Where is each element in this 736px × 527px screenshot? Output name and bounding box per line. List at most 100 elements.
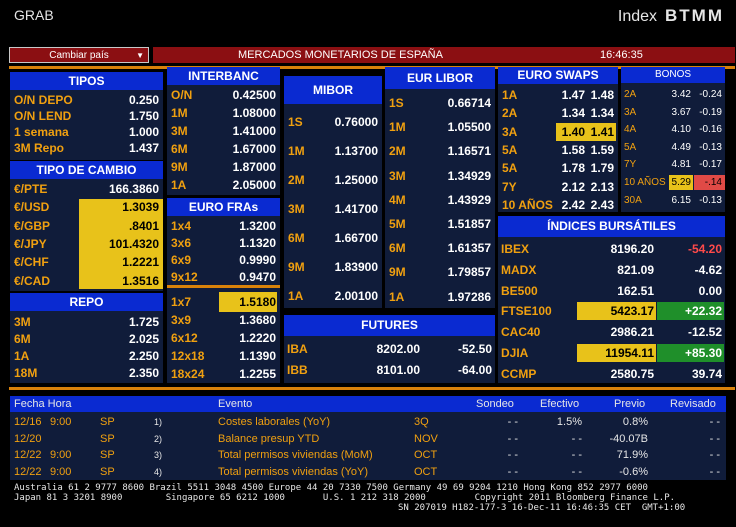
tipos-row[interactable]: 1 semana 1.000 — [10, 124, 163, 140]
mibor-row[interactable]: 1M 1.13700 — [284, 136, 382, 165]
event-revised: - - — [709, 465, 720, 478]
eurofras-row[interactable]: 9x12 0.9470 — [167, 268, 280, 286]
interbanc-row[interactable]: 3M 1.41000 — [167, 122, 280, 140]
eurofras-row[interactable]: 12x18 1.1390 — [167, 347, 280, 365]
mibor-label: 9M — [288, 259, 305, 274]
repo-row[interactable]: 1A 2.250 — [10, 347, 163, 364]
bono-change: -0.24 — [699, 89, 722, 100]
eurlibor-row[interactable]: 1M 1.05500 — [385, 115, 495, 139]
swap-row[interactable]: 10 AÑOS 2.42 2.43 — [498, 196, 618, 214]
swap-row[interactable]: 7Y 2.12 2.13 — [498, 178, 618, 196]
interbanc-row[interactable]: O/N 0.42500 — [167, 86, 280, 104]
eurlibor-label: 3M — [389, 168, 406, 183]
eurlibor-row[interactable]: 2M 1.16571 — [385, 139, 495, 163]
eurofras-row[interactable]: 3x6 1.1320 — [167, 234, 280, 252]
mibor-row[interactable]: 2M 1.25000 — [284, 165, 382, 194]
eurofras-row[interactable]: 6x12 1.2220 — [167, 329, 280, 347]
event-actual: - - — [571, 465, 582, 478]
mibor-row[interactable]: 1A 2.00100 — [284, 281, 382, 310]
cambio-row[interactable]: €/CAD 1.3516 — [10, 272, 163, 290]
eurofras-row[interactable]: 1x7 1.5180 — [167, 293, 280, 311]
mibor-label: 1M — [288, 143, 305, 158]
mibor-row[interactable]: 1S 0.76000 — [284, 107, 382, 136]
tipos-row[interactable]: O/N DEPO 0.250 — [10, 92, 163, 108]
cambio-row[interactable]: €/PTE 166.3860 — [10, 180, 163, 198]
cambio-row[interactable]: €/GBP .8401 — [10, 217, 163, 235]
repo-row[interactable]: 18M 2.350 — [10, 364, 163, 381]
eurofras-row[interactable]: 1x4 1.3200 — [167, 217, 280, 235]
eurlibor-row[interactable]: 4M 1.43929 — [385, 188, 495, 212]
interbanc-row[interactable]: 9M 1.87000 — [167, 158, 280, 176]
market-banner: MERCADOS MONETARIOS DE ESPAÑA 16:46:35 — [153, 47, 735, 63]
event-name[interactable]: Total permisos viviendas (YoY) — [218, 466, 368, 478]
eurofras-row[interactable]: 3x9 1.3680 — [167, 311, 280, 329]
bono-row[interactable]: 4A 4.10 -0.16 — [621, 121, 725, 138]
index-row[interactable]: MADX 821.09 -4.62 — [498, 260, 725, 280]
bono-row[interactable]: 10 AÑOS 5.29 -.14 — [621, 174, 725, 191]
tipos-row[interactable]: 3M Repo 1.437 — [10, 140, 163, 156]
bono-row[interactable]: 3A 3.67 -0.19 — [621, 104, 725, 121]
mibor-row[interactable]: 3M 1.41700 — [284, 194, 382, 223]
bono-row[interactable]: 30A 6.15 -0.13 — [621, 192, 725, 209]
event-row[interactable]: 12/20 SP 2) Balance presup YTD NOV - - - - -40.… — [10, 431, 726, 447]
cambio-row[interactable]: €/USD 1.3039 — [10, 198, 163, 216]
swap-ask: 1.41 — [590, 124, 614, 139]
index-row[interactable]: CCMP 2580.75 39.74 — [498, 364, 725, 384]
repo-row[interactable]: 3M 1.725 — [10, 313, 163, 330]
bono-row[interactable]: 5A 4.49 -0.13 — [621, 139, 725, 156]
bono-value: 4.81 — [671, 159, 691, 171]
bono-row[interactable]: 7Y 4.81 -0.17 — [621, 156, 725, 173]
futures-row[interactable]: IBA 8202.00 -52.50 — [284, 339, 495, 359]
event-name[interactable]: Total permisos viviendas (MoM) — [218, 449, 373, 461]
mibor-row[interactable]: 9M 1.83900 — [284, 252, 382, 281]
event-survey: - - — [507, 416, 518, 428]
event-revised: - - — [709, 449, 720, 461]
cambio-row[interactable]: €/JPY 101.4320 — [10, 235, 163, 253]
eurlibor-row[interactable]: 3M 1.34929 — [385, 164, 495, 188]
index-row[interactable]: BE500 162.51 0.00 — [498, 281, 725, 301]
eurofras-row[interactable]: 18x24 1.2255 — [167, 365, 280, 383]
eurlibor-row[interactable]: 5M 1.51857 — [385, 212, 495, 236]
index-row[interactable]: FTSE100 5423.17 +22.32 — [498, 301, 725, 321]
event-row[interactable]: 12/22 9:00 SP 3) Total permisos viviendas (M… — [10, 447, 726, 463]
eurofras-row[interactable]: 6x9 0.9990 — [167, 251, 280, 269]
country-select[interactable]: Cambiar país ▼ — [9, 47, 149, 63]
event-name[interactable]: Costes laborales (YoY) — [218, 416, 330, 428]
swap-row[interactable]: 5A 1.58 1.59 — [498, 141, 618, 159]
index-row[interactable]: CAC40 2986.21 -12.52 — [498, 322, 725, 342]
eurlibor-row[interactable]: 9M 1.79857 — [385, 260, 495, 284]
repo-row[interactable]: 6M 2.025 — [10, 330, 163, 347]
interbanc-row[interactable]: 1A 2.05000 — [167, 176, 280, 194]
swap-bid: 2.42 — [561, 197, 585, 212]
tipos-panel: TIPOS O/N DEPO 0.250 O/N LEND 1.750 1 semana… — [10, 72, 163, 160]
repo-label: 6M — [14, 331, 31, 346]
event-time: 9:00 — [50, 449, 72, 461]
index-row[interactable]: IBEX 8196.20 -54.20 — [498, 239, 725, 259]
swap-row[interactable]: 5A 1.78 1.79 — [498, 159, 618, 177]
eurlibor-row[interactable]: 1A 1.97286 — [385, 285, 495, 309]
event-name[interactable]: Balance presup YTD — [218, 433, 319, 445]
euroswaps-panel: EURO SWAPS 1A 1.47 1.48 2A 1.34 1.34 3A 1.40 1.4… — [498, 67, 618, 212]
interbanc-row[interactable]: 6M 1.67000 — [167, 140, 280, 158]
futures-row[interactable]: IBB 8101.00 -64.00 — [284, 360, 495, 380]
tipos-row[interactable]: O/N LEND 1.750 — [10, 108, 163, 124]
cambio-row[interactable]: €/CHF 1.2221 — [10, 253, 163, 271]
swap-row[interactable]: 3A 1.40 1.41 — [498, 123, 618, 141]
eurofras-value: 1.5180 — [239, 295, 276, 309]
eurlibor-row[interactable]: 1S 0.66714 — [385, 91, 495, 115]
interbanc-row[interactable]: 1M 1.08000 — [167, 104, 280, 122]
eurofras-value: 1.2220 — [239, 331, 276, 345]
swap-row[interactable]: 2A 1.34 1.34 — [498, 104, 618, 122]
event-row[interactable]: 12/16 9:00 SP 1) Costes laborales (YoY) 3Q - -… — [10, 414, 726, 430]
mibor-row[interactable]: 6M 1.66700 — [284, 223, 382, 252]
index-row[interactable]: DJIA 11954.11 +85.30 — [498, 343, 725, 363]
event-actual: - - — [571, 449, 582, 461]
event-row[interactable]: 12/22 9:00 SP 4) Total permisos viviendas (Y… — [10, 464, 726, 480]
index-label: FTSE100 — [501, 304, 552, 319]
eurlibor-row[interactable]: 6M 1.61357 — [385, 236, 495, 260]
bonos-panel: BONOS 2A 3.42 -0.24 3A 3.67 -0.19 4A 4.10 -0.16 5… — [621, 67, 725, 212]
mibor-header: MIBOR — [284, 76, 382, 104]
bono-row[interactable]: 2A 3.42 -0.24 — [621, 86, 725, 103]
swap-row[interactable]: 1A 1.47 1.48 — [498, 86, 618, 104]
banner-title: MERCADOS MONETARIOS DE ESPAÑA — [238, 49, 443, 61]
